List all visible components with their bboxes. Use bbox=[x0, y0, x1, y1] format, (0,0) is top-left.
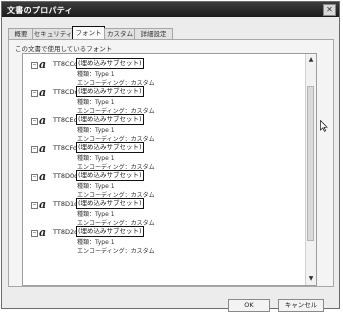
font-entry[interactable]: − a TT8D2o00 (埋め込みサブセット) 種類：Type 1 エンコーデ… bbox=[23, 226, 263, 255]
minus-icon[interactable]: − bbox=[31, 202, 38, 209]
scrollbar-thumb[interactable] bbox=[307, 86, 314, 241]
font-entry[interactable]: − a TT8CCo00 (埋め込みサブセット) 種類：Type 1 エンコーデ… bbox=[23, 58, 263, 87]
font-entry[interactable]: − a TT8D1o00 (埋め込みサブセット) 種類：Type 1 エンコーデ… bbox=[23, 198, 263, 227]
font-a-icon: a bbox=[39, 142, 47, 155]
mouse-cursor-icon bbox=[320, 120, 328, 132]
embedded-subset-label: (埋め込みサブセット) bbox=[76, 198, 144, 209]
group-label: この文書で使用しているフォント bbox=[15, 43, 113, 53]
font-type: 種類：Type 1 bbox=[77, 183, 115, 190]
minus-icon[interactable]: − bbox=[31, 230, 38, 237]
title-bar: 文書のプロパティ ✕ bbox=[2, 2, 339, 17]
embedded-subset-label: (埋め込みサブセット) bbox=[76, 86, 144, 97]
font-entry[interactable]: − a TT8CFo00 (埋め込みサブセット) 種類：Type 1 エンコーデ… bbox=[23, 142, 263, 171]
cancel-button[interactable]: キャンセル bbox=[278, 299, 324, 312]
tab-fonts[interactable]: フォント bbox=[72, 26, 105, 40]
fonts-panel: この文書で使用しているフォント − a TT8CCo00 (埋め込みサブセット)… bbox=[8, 39, 334, 287]
font-a-icon: a bbox=[39, 198, 47, 211]
up-arrow-icon[interactable]: ▲ bbox=[306, 55, 316, 65]
font-type: 種類：Type 1 bbox=[77, 211, 115, 218]
font-a-icon: a bbox=[39, 170, 47, 183]
document-properties-dialog: 文書のプロパティ ✕ 概要 セキュリティ フォント カスタム 詳細設定 この文書… bbox=[1, 1, 340, 312]
embedded-subset-label: (埋め込みサブセット) bbox=[76, 142, 144, 153]
font-a-icon: a bbox=[39, 58, 47, 71]
minus-icon[interactable]: − bbox=[31, 118, 38, 125]
font-entry[interactable]: − a TT8CDo00 (埋め込みサブセット) 種類：Type 1 エンコーデ… bbox=[23, 86, 263, 115]
font-type: 種類：Type 1 bbox=[77, 239, 115, 246]
minus-icon[interactable]: − bbox=[31, 146, 38, 153]
font-a-icon: a bbox=[39, 226, 47, 239]
font-type: 種類：Type 1 bbox=[77, 155, 115, 162]
minus-icon[interactable]: − bbox=[31, 174, 38, 181]
close-button[interactable]: ✕ bbox=[323, 4, 336, 16]
dialog-title: 文書のプロパティ bbox=[7, 6, 73, 15]
font-list[interactable]: − a TT8CCo00 (埋め込みサブセット) 種類：Type 1 エンコーデ… bbox=[22, 53, 317, 286]
font-entry[interactable]: − a TT8D0o00 (埋め込みサブセット) 種類：Type 1 エンコーデ… bbox=[23, 170, 263, 199]
minus-icon[interactable]: − bbox=[31, 62, 38, 69]
font-type: 種類：Type 1 bbox=[77, 71, 115, 78]
embedded-subset-label: (埋め込みサブセット) bbox=[76, 226, 144, 237]
ok-button[interactable]: OK bbox=[228, 299, 270, 312]
font-a-icon: a bbox=[39, 86, 47, 99]
font-a-icon: a bbox=[39, 114, 47, 127]
font-entry[interactable]: − a TT8CEo00 (埋め込みサブセット) 種類：Type 1 エンコーデ… bbox=[23, 114, 263, 143]
embedded-subset-label: (埋め込みサブセット) bbox=[76, 58, 144, 69]
font-type: 種類：Type 1 bbox=[77, 99, 115, 106]
vertical-scrollbar[interactable]: ▲ ▼ bbox=[305, 54, 316, 285]
embedded-subset-label: (埋め込みサブセット) bbox=[76, 170, 144, 181]
font-type: 種類：Type 1 bbox=[77, 127, 115, 134]
font-encoding: エンコーディング：カスタム bbox=[77, 248, 155, 255]
embedded-subset-label: (埋め込みサブセット) bbox=[76, 114, 144, 125]
minus-icon[interactable]: − bbox=[31, 90, 38, 97]
down-arrow-icon[interactable]: ▼ bbox=[306, 274, 316, 284]
